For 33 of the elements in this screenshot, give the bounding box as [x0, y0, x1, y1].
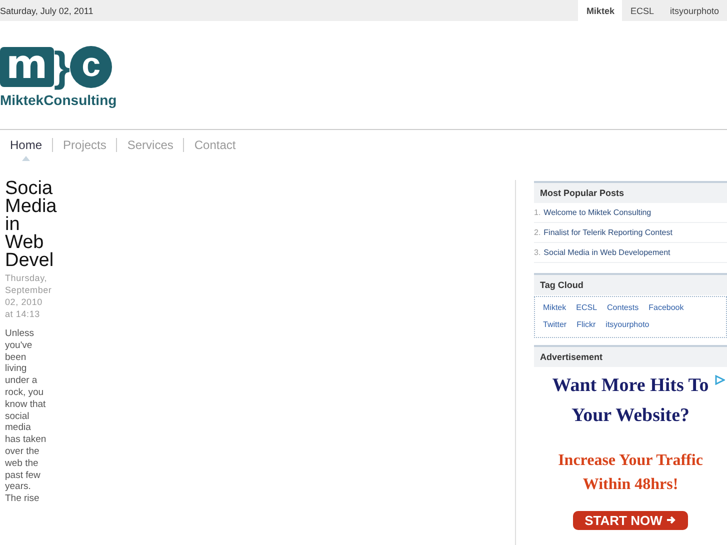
list-number: 3. — [534, 248, 541, 257]
site-tab[interactable]: itsyourphoto — [662, 0, 727, 21]
tag-link[interactable]: Miktek — [543, 303, 566, 314]
list-number: 2. — [534, 228, 541, 237]
section-heading: Advertisement — [534, 345, 727, 367]
logo-mark: m}c — [0, 43, 112, 91]
post-link[interactable]: Finalist for Telerik Reporting Contest — [544, 228, 672, 237]
play-icon[interactable] — [715, 375, 725, 385]
nav-link[interactable]: Home — [10, 138, 52, 152]
start-button[interactable]: START NOW — [572, 511, 688, 530]
caret-icon — [22, 156, 30, 161]
ad-subline: Increase Your Traffic Within 48hrs! — [557, 451, 704, 495]
post-link[interactable]: Social Media in Web Developement — [544, 248, 670, 257]
post-link[interactable]: Welcome to Miktek Consulting — [544, 208, 652, 217]
tag-link[interactable]: Facebook — [648, 303, 684, 314]
list-number: 1. — [534, 208, 541, 217]
tag-link[interactable]: ECSL — [576, 303, 598, 314]
tag-link[interactable]: Twitter — [543, 320, 567, 331]
post-date: Thursday, September 02, 2010 at 14:13 — [5, 272, 53, 320]
site-tab[interactable]: Miktek — [578, 0, 622, 21]
logo-name: MiktekConsulting — [0, 92, 118, 108]
section-heading: Tag Cloud — [534, 273, 727, 295]
arrow-icon — [666, 515, 676, 525]
post-title: Socia Media in Web Devel — [5, 180, 57, 270]
tag-link[interactable]: Flickr — [576, 320, 596, 331]
ad-headline: Want More Hits To Your Website? — [551, 374, 710, 428]
ad-banner[interactable]: Want More Hits To Your Website? Increase Your Traffic Within 48hrs! START NOW — [534, 367, 727, 535]
section-heading: Most Popular Posts — [534, 181, 727, 203]
tag-link[interactable]: itsyourphoto — [606, 320, 650, 331]
site-tab[interactable]: ECSL — [622, 0, 662, 21]
post-body: Unless you've been living under a rock, you know that social media has taken over the web the past few years. The rise — [5, 328, 47, 505]
tag-link[interactable]: Contests — [607, 303, 639, 314]
date-text: Saturday, July 02, 2011 — [0, 6, 94, 16]
